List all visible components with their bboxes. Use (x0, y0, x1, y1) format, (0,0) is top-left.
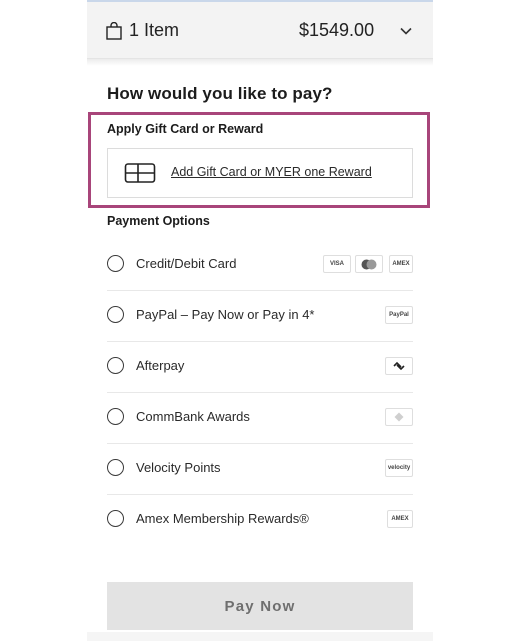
commbank-diamond-icon (394, 412, 404, 422)
payment-option-label: Credit/Debit Card (136, 256, 237, 271)
afterpay-logo-icon (385, 357, 413, 375)
afterpay-arrows-icon (393, 361, 405, 371)
paypal-logo-icon: PayPal (385, 306, 413, 324)
payment-option-commbank[interactable]: CommBank Awards (107, 393, 413, 444)
page-title: How would you like to pay? (107, 84, 333, 103)
payment-option-afterpay[interactable]: Afterpay (107, 342, 413, 393)
add-gift-card-button[interactable]: Add Gift Card or MYER one Reward (107, 148, 413, 198)
gift-card-icon (124, 163, 156, 183)
payment-option-label: PayPal – Pay Now or Pay in 4* (136, 307, 315, 322)
order-total: $1549.00 (299, 20, 375, 40)
item-count: 1 Item (129, 20, 180, 40)
payment-option-credit-card[interactable]: Credit/Debit Card VISA AMEX (107, 240, 413, 291)
payment-options-title: Payment Options (107, 214, 210, 228)
payment-option-label: Amex Membership Rewards® (136, 511, 309, 526)
radio-button[interactable] (107, 459, 124, 476)
radio-button[interactable] (107, 510, 124, 527)
radio-button[interactable] (107, 255, 124, 272)
add-gift-card-link[interactable]: Add Gift Card or MYER one Reward (171, 165, 372, 179)
velocity-logo-icon: velocity (385, 459, 413, 477)
amex-logo-icon: AMEX (389, 255, 413, 273)
payment-option-amex-rewards[interactable]: Amex Membership Rewards® AMEX (107, 495, 413, 546)
pay-now-button[interactable]: Pay Now (107, 582, 413, 630)
payment-option-velocity[interactable]: Velocity Points velocity (107, 444, 413, 495)
commbank-logo-icon (385, 408, 413, 426)
radio-button[interactable] (107, 306, 124, 323)
payment-option-label: Velocity Points (136, 460, 221, 475)
gift-section-title: Apply Gift Card or Reward (107, 122, 264, 136)
shopping-bag-icon (106, 22, 122, 40)
amex-logo-icon: AMEX (387, 510, 413, 528)
payment-option-paypal[interactable]: PayPal – Pay Now or Pay in 4* PayPal (107, 291, 413, 342)
chevron-down-icon[interactable] (399, 24, 413, 38)
radio-button[interactable] (107, 357, 124, 374)
footer-strip (87, 632, 433, 641)
summary-shadow (87, 59, 433, 66)
visa-logo-icon: VISA (323, 255, 351, 273)
mastercard-logo-icon (355, 255, 383, 273)
payment-option-label: Afterpay (136, 358, 185, 373)
mastercard-circles-icon (361, 259, 377, 269)
radio-button[interactable] (107, 408, 124, 425)
order-summary-toggle[interactable]: 1 Item $1549.00 (87, 2, 433, 59)
payment-option-label: CommBank Awards (136, 409, 250, 424)
